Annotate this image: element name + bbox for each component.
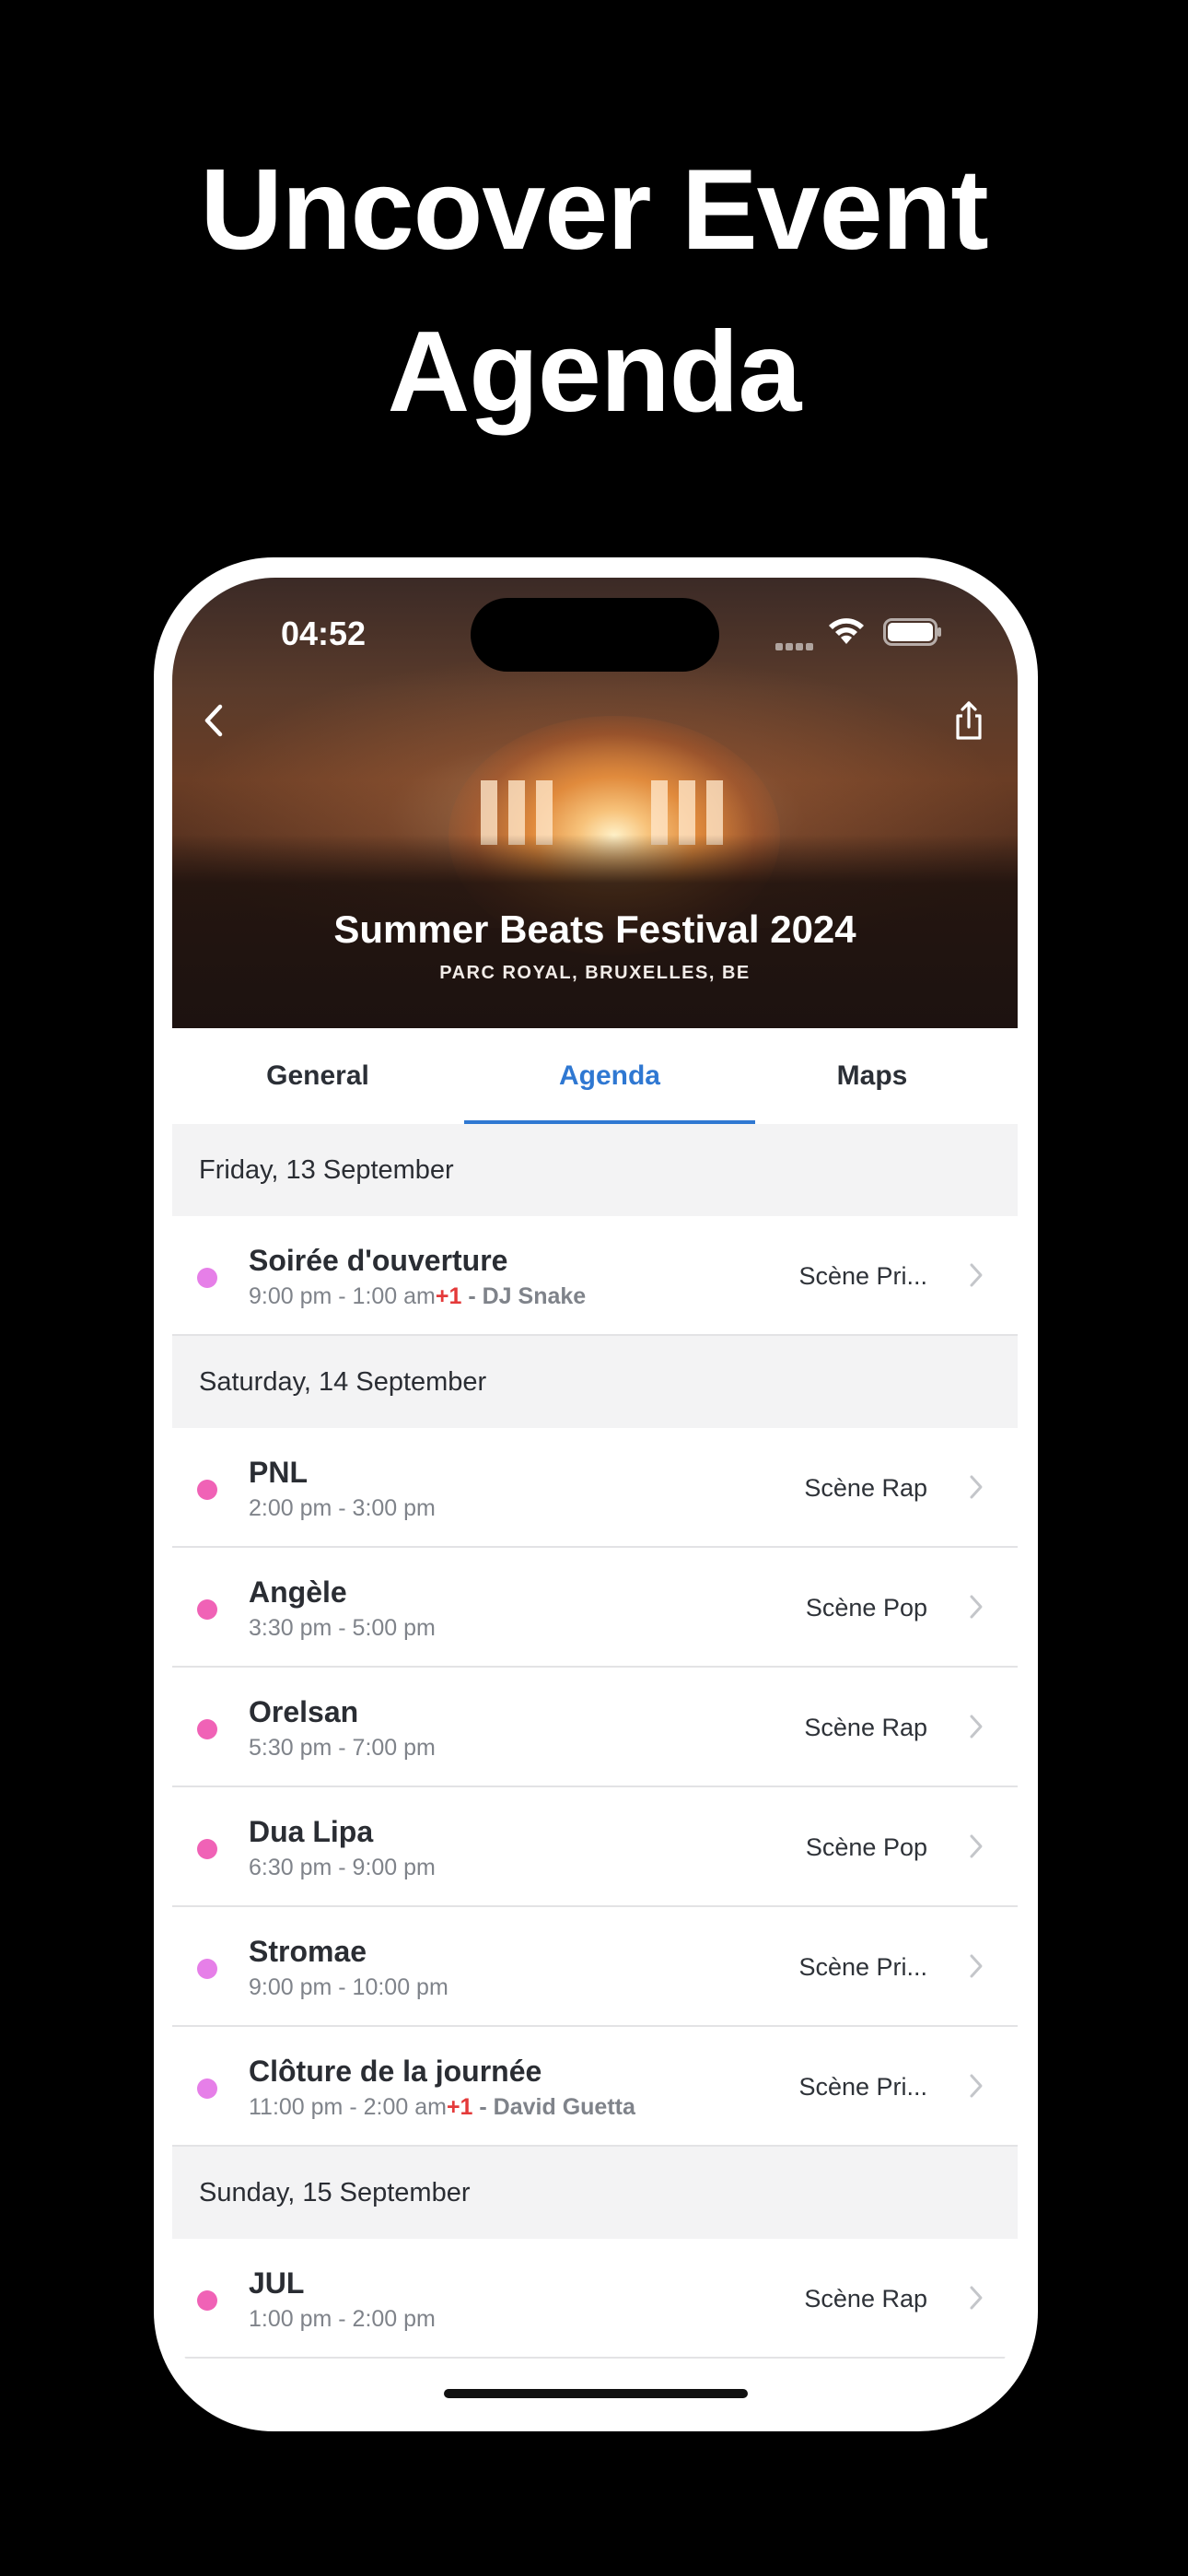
artist-separator: - (461, 1283, 483, 1309)
session-title: Angèle (249, 1575, 347, 1609)
tab-bar: General Agenda Maps (172, 1028, 1018, 1124)
session-title: Dua Lipa (249, 1815, 374, 1848)
battery-icon (883, 618, 941, 646)
day-header: Friday, 13 September (172, 1124, 1018, 1216)
stage-name: Scène Pop (805, 1833, 927, 1861)
event-location: PARC ROYAL, BRUXELLES, BE (439, 963, 751, 983)
event-hero-image: 04:52 Summer Beats Festival 2024 PARC RO… (172, 578, 1018, 1028)
agenda-list[interactable]: Friday, 13 September Soirée d'ouverture 9:… (172, 1124, 1018, 2359)
session-time: 9:00 pm - 10:00 pm (249, 1974, 448, 2001)
agenda-row[interactable]: Clôture de la journée 11:00 pm - 2:00 am+… (172, 2027, 1018, 2147)
chevron-right-icon (970, 1834, 983, 1858)
session-title: Orelsan (249, 1695, 359, 1728)
artist-separator: - (472, 2094, 494, 2120)
headline-line-1: Uncover Event (200, 146, 988, 274)
event-title: Summer Beats Festival 2024 (333, 907, 856, 951)
session-title: Stromae (249, 1935, 367, 1968)
session-time: 1:00 pm - 2:00 pm (249, 2306, 436, 2333)
status-time: 04:52 (281, 615, 367, 652)
time-range: 2:00 pm - 3:00 pm (249, 1495, 436, 1521)
category-dot-icon (197, 2078, 217, 2099)
dynamic-island (471, 598, 719, 672)
stage-name: Scène Pri... (798, 2073, 927, 2101)
cellular-signal-icon (775, 638, 818, 650)
chevron-right-icon (970, 1715, 983, 1739)
stage-name: Scène Pri... (798, 1262, 927, 1290)
stage-name: Scène Rap (804, 1474, 927, 1502)
session-title: Soirée d'ouverture (249, 1244, 508, 1277)
phone-frame: 04:52 Summer Beats Festival 2024 PARC RO… (154, 557, 1038, 2431)
artist-name: David Guetta (493, 2094, 635, 2120)
session-title: Clôture de la journée (249, 2055, 542, 2088)
agenda-row[interactable]: Dua Lipa 6:30 pm - 9:00 pm Scène Pop (172, 1787, 1018, 1907)
agenda-row[interactable]: PNL 2:00 pm - 3:00 pm Scène Rap (172, 1428, 1018, 1548)
agenda-row[interactable]: JUL 1:00 pm - 2:00 pm Scène Rap (172, 2239, 1018, 2359)
agenda-row[interactable]: Angèle 3:30 pm - 5:00 pm Scène Pop (172, 1548, 1018, 1668)
stage-name: Scène Rap (804, 2285, 927, 2313)
chevron-right-icon (970, 1595, 983, 1619)
time-range: 9:00 pm - 10:00 pm (249, 1974, 448, 2000)
chevron-right-icon (970, 2286, 983, 2310)
session-time: 11:00 pm - 2:00 am+1 - David Guetta (249, 2094, 635, 2121)
next-day-badge: +1 (446, 2094, 473, 2120)
session-time: 5:30 pm - 7:00 pm (249, 1735, 436, 1762)
tab-general[interactable]: General (172, 1028, 463, 1124)
session-title: PNL (249, 1456, 308, 1489)
time-range: 11:00 pm - 2:00 am (249, 2094, 447, 2120)
tab-agenda[interactable]: Agenda (464, 1028, 755, 1124)
category-dot-icon (197, 1719, 217, 1739)
stage-name: Scène Pop (805, 1594, 927, 1622)
session-time: 9:00 pm - 1:00 am+1 - DJ Snake (249, 1283, 586, 1310)
session-time: 6:30 pm - 9:00 pm (249, 1855, 436, 1881)
day-header: Sunday, 15 September (172, 2147, 1018, 2239)
home-indicator (444, 2389, 748, 2398)
next-day-badge: +1 (435, 1283, 462, 1309)
day-header: Saturday, 14 September (172, 1336, 1018, 1428)
stage-name: Scène Rap (804, 1714, 927, 1741)
category-dot-icon (197, 1959, 217, 1979)
category-dot-icon (197, 1839, 217, 1859)
category-dot-icon (197, 2290, 217, 2311)
agenda-row[interactable]: Soirée d'ouverture 9:00 pm - 1:00 am+1 - … (172, 1216, 1018, 1336)
chevron-right-icon (970, 1263, 983, 1287)
time-range: 1:00 pm - 2:00 pm (249, 2306, 436, 2332)
category-dot-icon (197, 1268, 217, 1288)
back-arrow-icon[interactable] (192, 697, 239, 744)
session-time: 2:00 pm - 3:00 pm (249, 1495, 436, 1522)
chevron-right-icon (970, 2074, 983, 2098)
time-range: 6:30 pm - 9:00 pm (249, 1855, 436, 1880)
app-screen: 04:52 Summer Beats Festival 2024 PARC RO… (172, 578, 1018, 2411)
share-icon[interactable] (946, 696, 992, 745)
wifi-icon (829, 618, 864, 644)
session-title: JUL (249, 2266, 305, 2300)
category-dot-icon (197, 1599, 217, 1620)
chevron-right-icon (970, 1475, 983, 1499)
time-range: 3:30 pm - 5:00 pm (249, 1615, 436, 1641)
stage-name: Scène Pri... (798, 1953, 927, 1981)
headline-line-2: Agenda (387, 309, 802, 436)
agenda-row[interactable]: Orelsan 5:30 pm - 7:00 pm Scène Rap (172, 1668, 1018, 1787)
category-dot-icon (197, 1480, 217, 1500)
chevron-right-icon (970, 1954, 983, 1978)
tab-maps[interactable]: Maps (727, 1028, 1018, 1124)
time-range: 5:30 pm - 7:00 pm (249, 1735, 436, 1761)
artist-name: DJ Snake (482, 1283, 587, 1309)
time-range: 9:00 pm - 1:00 am (249, 1283, 436, 1309)
promo-headline: Uncover Event Agenda (0, 129, 1188, 453)
agenda-row[interactable]: Stromae 9:00 pm - 10:00 pm Scène Pri... (172, 1907, 1018, 2027)
session-time: 3:30 pm - 5:00 pm (249, 1615, 436, 1642)
